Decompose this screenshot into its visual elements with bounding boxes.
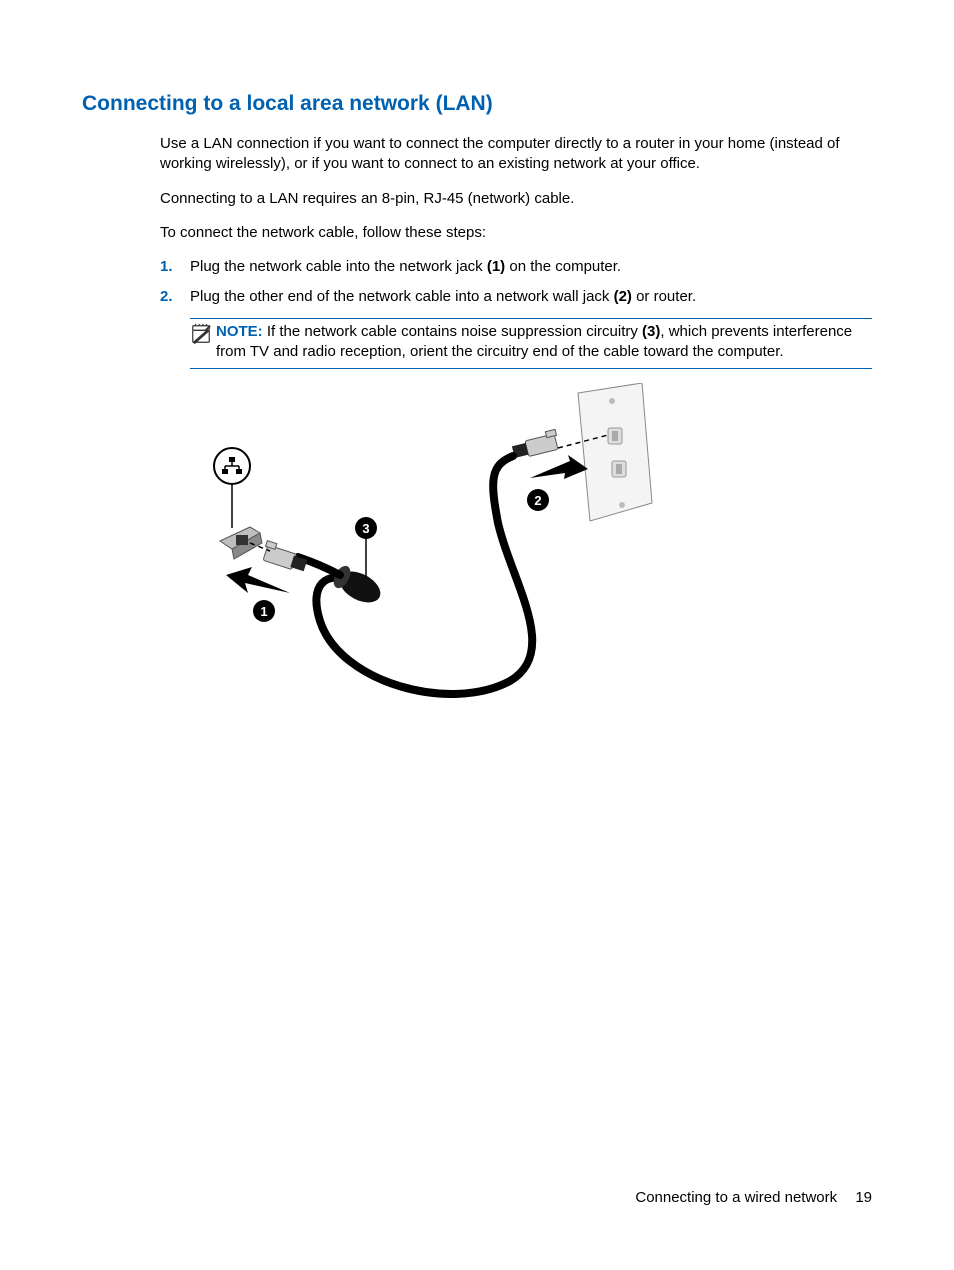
note-text-pre: If the network cable contains noise supp… <box>263 323 642 340</box>
step-text: Plug the other end of the network cable … <box>190 287 872 307</box>
page-footer: Connecting to a wired network 19 <box>635 1189 872 1206</box>
callout-1: (1) <box>487 258 505 275</box>
step-text-post: on the computer. <box>505 258 621 275</box>
steps-list: 1. Plug the network cable into the netwo… <box>160 257 872 308</box>
step-item: 2. Plug the other end of the network cab… <box>160 287 872 307</box>
step-number: 2. <box>160 287 190 307</box>
step-text-pre: Plug the network cable into the network … <box>190 258 487 275</box>
step-text-post: or router. <box>632 288 696 305</box>
document-page: Connecting to a local area network (LAN)… <box>0 0 954 779</box>
cable-connection-figure: 2 <box>190 383 872 719</box>
note-label: NOTE: <box>216 323 263 340</box>
svg-text:2: 2 <box>534 493 541 508</box>
note-icon <box>190 323 212 345</box>
note-block: NOTE: If the network cable contains nois… <box>190 318 872 370</box>
step-item: 1. Plug the network cable into the netwo… <box>160 257 872 277</box>
callout-2: (2) <box>614 288 632 305</box>
footer-title: Connecting to a wired network <box>635 1189 837 1206</box>
note-text: NOTE: If the network cable contains nois… <box>216 322 872 363</box>
body-content: Use a LAN connection if you want to conn… <box>160 134 872 719</box>
section-heading: Connecting to a local area network (LAN) <box>82 92 872 116</box>
step-text-pre: Plug the other end of the network cable … <box>190 288 614 305</box>
page-number: 19 <box>855 1189 872 1206</box>
callout-3: (3) <box>642 323 660 340</box>
step-number: 1. <box>160 257 190 277</box>
svg-text:3: 3 <box>362 521 369 536</box>
svg-text:1: 1 <box>260 604 267 619</box>
intro-paragraph-2: Connecting to a LAN requires an 8-pin, R… <box>160 189 872 209</box>
intro-paragraph-3: To connect the network cable, follow the… <box>160 223 872 243</box>
step-text: Plug the network cable into the network … <box>190 257 872 277</box>
intro-paragraph-1: Use a LAN connection if you want to conn… <box>160 134 872 175</box>
